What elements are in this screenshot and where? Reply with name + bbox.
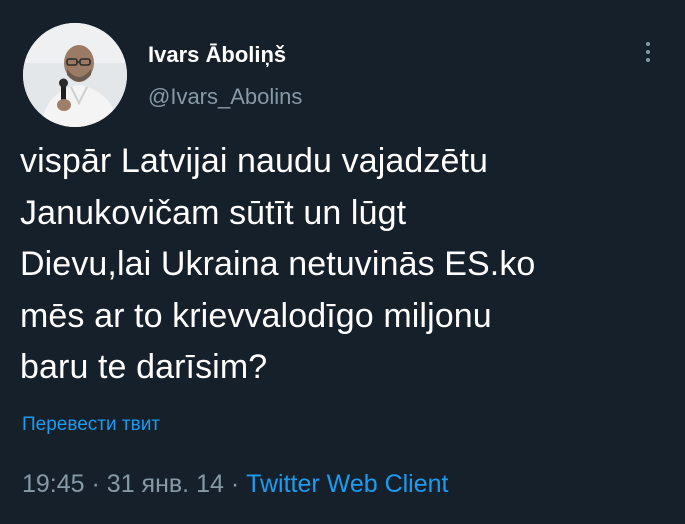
tweet-text-line: vispār Latvijai naudu vajadzētu <box>20 142 489 180</box>
more-vertical-icon[interactable] <box>636 38 660 68</box>
meta-separator: · <box>230 470 240 498</box>
more-dot <box>646 58 650 62</box>
translate-tweet-link[interactable]: Перевести твит <box>22 414 160 436</box>
more-dot <box>646 50 650 54</box>
tweet-text-line: mēs ar to krievvalodīgo miljonu <box>20 296 492 335</box>
author-display-name[interactable]: Ivars Āboliņš <box>148 42 286 68</box>
meta-separator: · <box>91 470 100 498</box>
tweet-text-line: Janukovičam sūtīt un lūgt <box>20 193 407 232</box>
author-handle[interactable]: @Ivars_Abolins <box>148 84 302 110</box>
avatar-image <box>23 23 127 127</box>
tweet-card: Ivars Āboliņš @Ivars_Abolins vispār Latv… <box>0 0 685 524</box>
tweet-source-link[interactable]: Twitter Web Client <box>246 470 448 498</box>
tweet-text-line: baru te darīsim? <box>20 348 268 386</box>
more-dot <box>646 42 650 46</box>
tweet-meta: 19:45 · 31 янв. 14 · Twitter Web Client <box>22 470 449 499</box>
avatar[interactable] <box>23 23 127 127</box>
tweet-date[interactable]: 31 янв. 14 <box>107 470 224 498</box>
tweet-text: vispār Latvijai naudu vajadzētu Janukovi… <box>20 136 670 394</box>
tweet-text-line: Dievu,lai Ukraina netuvinās ES.ko <box>20 245 536 283</box>
tweet-time[interactable]: 19:45 <box>22 470 85 498</box>
